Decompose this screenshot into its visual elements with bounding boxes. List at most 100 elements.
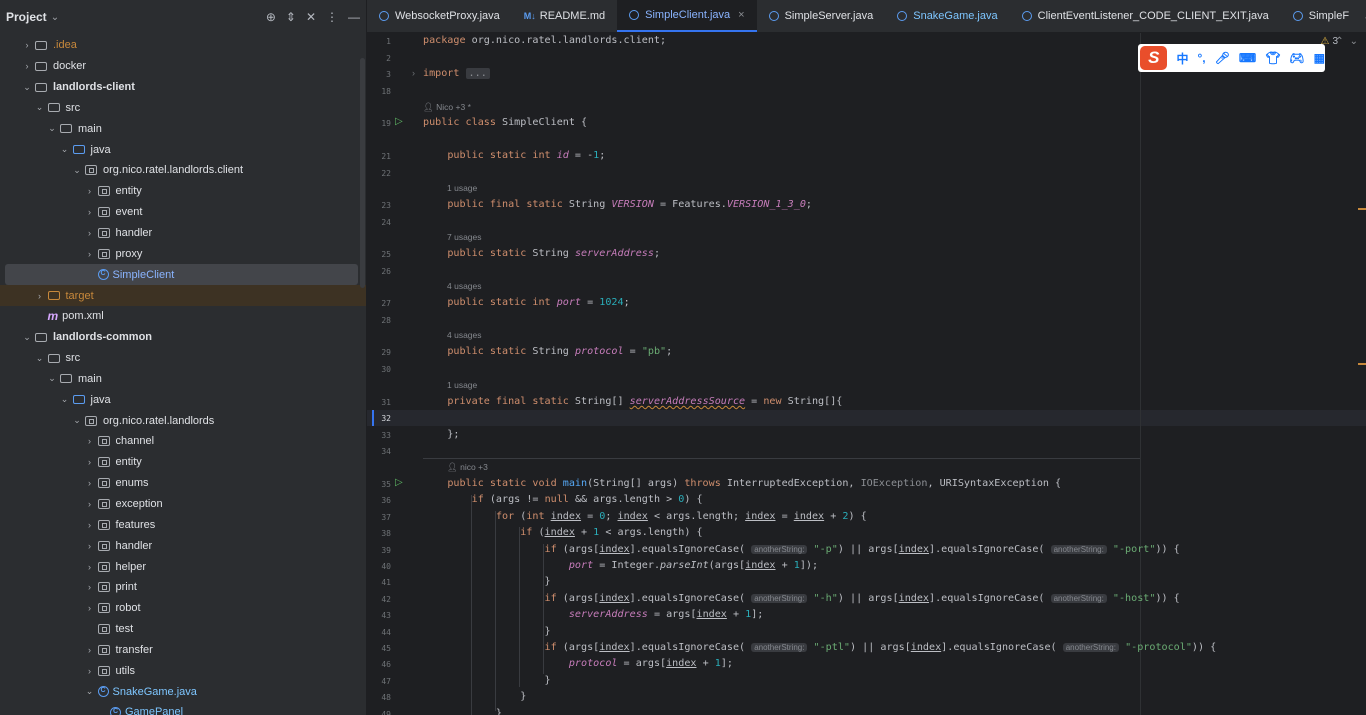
code-line[interactable]: if (args[index].equalsIgnoreCase( anothe… bbox=[423, 544, 1180, 555]
line-number[interactable]: 29 bbox=[367, 348, 391, 357]
line-number[interactable]: 49 bbox=[367, 710, 391, 715]
tree-item[interactable]: › print bbox=[0, 577, 366, 598]
author-hint[interactable]: 👤︎ nico +3 bbox=[447, 462, 488, 473]
line-number[interactable]: 42 bbox=[367, 595, 391, 604]
line-number[interactable]: 22 bbox=[367, 169, 391, 178]
chevron-down-icon[interactable]: ⌄ bbox=[51, 12, 59, 23]
tree-item[interactable]: › handler bbox=[0, 535, 366, 556]
chevron-down-icon[interactable]: ⌄ bbox=[60, 394, 70, 405]
usages-hint[interactable]: 1 usage bbox=[447, 183, 477, 193]
tree-item[interactable]: ⌄ landlords-common bbox=[0, 327, 366, 348]
line-number[interactable]: 27 bbox=[367, 299, 391, 308]
tree-item[interactable]: › target bbox=[0, 285, 366, 306]
punctuation-icon[interactable]: °, bbox=[1197, 51, 1205, 65]
line-number[interactable]: 40 bbox=[367, 562, 391, 571]
editor-tab[interactable]: M↓ README.md bbox=[512, 0, 617, 32]
chevron-right-icon[interactable]: › bbox=[85, 207, 95, 217]
chevron-right-icon[interactable]: › bbox=[85, 457, 95, 467]
chevron-right-icon[interactable]: › bbox=[85, 186, 95, 196]
code-line[interactable]: public static int id = -1; bbox=[423, 150, 605, 161]
line-number[interactable]: 25 bbox=[367, 250, 391, 259]
chevron-down-icon[interactable]: ⌄ bbox=[85, 686, 95, 697]
line-number[interactable]: 35 bbox=[367, 480, 391, 489]
scrollbar-warning-mark[interactable] bbox=[1358, 208, 1366, 210]
microphone-icon[interactable]: 🎤︎ bbox=[1215, 51, 1230, 65]
editor-tab[interactable]: SimpleServer.java bbox=[757, 0, 886, 32]
chevron-right-icon[interactable]: › bbox=[85, 499, 95, 509]
code-line[interactable]: }; bbox=[423, 429, 459, 440]
chevron-right-icon[interactable]: › bbox=[85, 541, 95, 551]
tree-item[interactable]: ⌄ main bbox=[0, 118, 366, 139]
code-line[interactable]: if (index + 1 < args.length) { bbox=[423, 527, 702, 538]
usages-hint[interactable]: 7 usages bbox=[447, 232, 482, 242]
code-line[interactable]: import ... bbox=[423, 68, 490, 79]
code-line[interactable]: public final static String VERSION = Fea… bbox=[423, 199, 812, 210]
chevron-down-icon[interactable]: ⌄ bbox=[72, 165, 82, 176]
line-number[interactable]: 26 bbox=[367, 267, 391, 276]
code-line[interactable]: } bbox=[423, 675, 551, 686]
gamepad-icon[interactable]: 🎮︎ bbox=[1289, 51, 1304, 65]
tree-item[interactable]: C SimpleClient bbox=[5, 264, 358, 286]
chevron-right-icon[interactable]: › bbox=[85, 228, 95, 238]
project-panel-title[interactable]: Project bbox=[6, 10, 47, 24]
code-line[interactable]: private final static String[] serverAddr… bbox=[423, 396, 842, 407]
code-editor[interactable]: 1 2 3 18 19 21 22 23 24 25 26 27 28 29 30 31 32 33 34 35 36 3… bbox=[367, 33, 1366, 715]
tree-item[interactable]: › channel bbox=[0, 431, 366, 452]
code-line[interactable]: public class SimpleClient { bbox=[423, 117, 587, 128]
chevron-right-icon[interactable]: › bbox=[85, 666, 95, 676]
tree-item[interactable]: m pom.xml bbox=[0, 306, 366, 327]
editor-tab[interactable]: SnakeGame.java bbox=[885, 0, 1009, 32]
tree-item[interactable]: ⌄ main bbox=[0, 369, 366, 390]
line-number[interactable]: 3 bbox=[367, 70, 391, 79]
code-line[interactable]: if (args[index].equalsIgnoreCase( anothe… bbox=[423, 642, 1217, 653]
code-line[interactable]: if (args[index].equalsIgnoreCase( anothe… bbox=[423, 593, 1180, 604]
line-number[interactable]: 48 bbox=[367, 693, 391, 702]
code-line[interactable]: port = Integer.parseInt(args[index + 1])… bbox=[423, 560, 818, 571]
line-number[interactable]: 39 bbox=[367, 546, 391, 555]
line-number[interactable]: 19 bbox=[367, 119, 391, 128]
collapse-all-icon[interactable]: ✕ bbox=[306, 10, 316, 24]
tree-item[interactable]: › docker bbox=[0, 56, 366, 77]
usages-hint[interactable]: 1 usage bbox=[447, 380, 477, 390]
apps-grid-icon[interactable]: ▦ bbox=[1314, 51, 1325, 65]
line-number[interactable]: 47 bbox=[367, 677, 391, 686]
fold-arrow-icon[interactable]: › bbox=[412, 68, 415, 78]
tree-item[interactable]: ⌄ C SnakeGame.java bbox=[0, 681, 366, 702]
locate-icon[interactable]: ⊕ bbox=[266, 10, 276, 24]
chevron-down-icon[interactable]: ⌄ bbox=[35, 353, 45, 364]
code-line[interactable]: serverAddress = args[index + 1]; bbox=[423, 609, 764, 620]
code-line[interactable]: } bbox=[423, 691, 526, 702]
code-line[interactable]: public static int port = 1024; bbox=[423, 297, 629, 308]
tree-item[interactable]: C GamePanel bbox=[0, 702, 366, 715]
line-number[interactable]: 45 bbox=[367, 644, 391, 653]
line-number[interactable]: 31 bbox=[367, 398, 391, 407]
tree-item[interactable]: ⌄ org.nico.ratel.landlords bbox=[0, 410, 366, 431]
chevron-down-icon[interactable]: ⌄ bbox=[35, 102, 45, 113]
tree-item[interactable]: › proxy bbox=[0, 243, 366, 264]
chevron-right-icon[interactable]: › bbox=[22, 40, 32, 50]
chevron-right-icon[interactable]: › bbox=[85, 582, 95, 592]
line-number[interactable]: 44 bbox=[367, 628, 391, 637]
chevron-right-icon[interactable]: › bbox=[85, 249, 95, 259]
sogou-logo-icon[interactable]: S bbox=[1140, 46, 1168, 70]
tree-item[interactable]: › transfer bbox=[0, 639, 366, 660]
chevron-right-icon[interactable]: › bbox=[85, 562, 95, 572]
chevron-down-icon[interactable]: ⌄ bbox=[1350, 36, 1358, 47]
chevron-down-icon[interactable]: ⌄ bbox=[22, 82, 32, 93]
chevron-up-icon[interactable]: ⌃ bbox=[1335, 36, 1343, 47]
close-tab-icon[interactable]: × bbox=[738, 9, 744, 21]
run-icon[interactable]: ▷ bbox=[395, 116, 403, 127]
tree-item[interactable]: ⌄ org.nico.ratel.landlords.client bbox=[0, 160, 366, 181]
tree-item[interactable]: › enums bbox=[0, 473, 366, 494]
tree-item[interactable]: › exception bbox=[0, 494, 366, 515]
line-number[interactable]: 43 bbox=[367, 611, 391, 620]
tree-item[interactable]: ⌄ landlords-client bbox=[0, 77, 366, 98]
chevron-right-icon[interactable]: › bbox=[85, 603, 95, 613]
chevron-down-icon[interactable]: ⌄ bbox=[22, 332, 32, 343]
line-number[interactable]: 30 bbox=[367, 365, 391, 374]
author-hint[interactable]: 👤︎ Nico +3 * bbox=[423, 102, 471, 113]
line-number[interactable]: 21 bbox=[367, 152, 391, 161]
editor-tab[interactable]: ClientEventListener_CODE_CLIENT_EXIT.jav… bbox=[1010, 0, 1281, 32]
chevron-right-icon[interactable]: › bbox=[22, 61, 32, 71]
line-number[interactable]: 1 bbox=[367, 37, 391, 46]
